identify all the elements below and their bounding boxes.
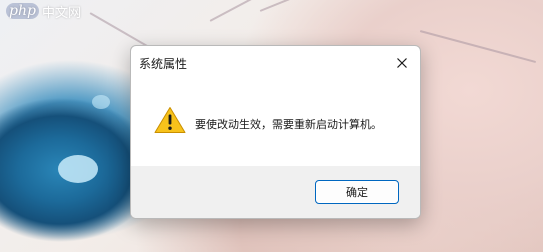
system-properties-dialog: 系统属性 要使改动生效，需要重新启动计算机。 确定: [130, 45, 421, 219]
close-button[interactable]: [386, 49, 418, 77]
hair-strand: [209, 0, 335, 22]
dialog-message: 要使改动生效，需要重新启动计算机。: [195, 118, 382, 131]
ok-button[interactable]: 确定: [315, 180, 399, 204]
close-icon: [397, 58, 407, 68]
dialog-title: 系统属性: [139, 57, 188, 71]
eye-highlight: [58, 155, 98, 183]
dialog-title-bar[interactable]: 系统属性: [131, 46, 420, 79]
eye-highlight: [92, 95, 110, 109]
warning-icon: [154, 107, 186, 133]
site-logo: php 中文网: [6, 2, 81, 21]
hair-strand: [419, 30, 537, 64]
dialog-footer: 确定: [131, 166, 420, 218]
desktop-background: php 中文网 系统属性 要使改动生效，需要重新启动计算机。 确定: [0, 0, 543, 252]
logo-site-text: 中文网: [41, 5, 81, 21]
hair-strand: [259, 0, 409, 12]
dialog-content: 要使改动生效，需要重新启动计算机。: [131, 79, 420, 166]
logo-php-text: php: [6, 3, 39, 19]
